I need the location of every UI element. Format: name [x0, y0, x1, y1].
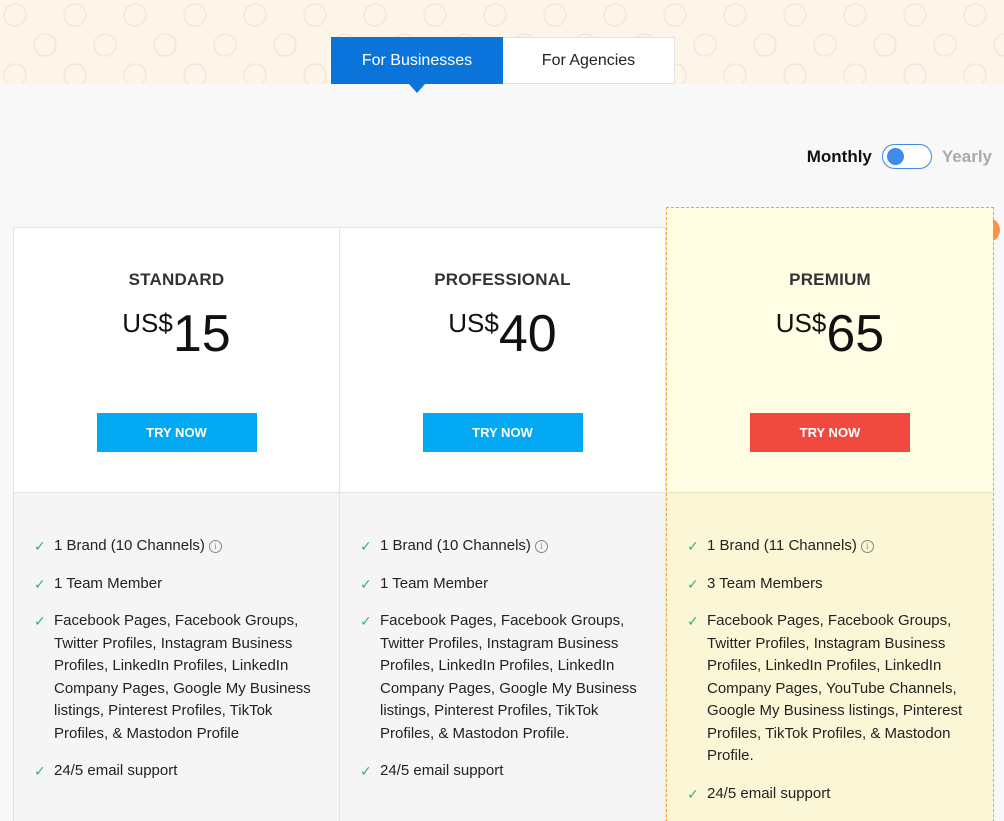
- plan-name: STANDARD: [128, 270, 225, 289]
- feature-text: Facebook Pages, Facebook Groups, Twitter…: [707, 612, 963, 764]
- info-icon[interactable]: i: [534, 539, 548, 553]
- tab-label: For Businesses: [361, 51, 473, 69]
- feature-item: ✓ Facebook Pages, Facebook Groups, Twitt…: [34, 610, 329, 745]
- active-caret-icon: [409, 84, 425, 93]
- check-icon: ✓: [360, 613, 372, 629]
- feature-text: 1 Brand (11 Channels): [707, 537, 857, 554]
- plan-price: US$ 65: [667, 302, 993, 360]
- plan-header: PROFESSIONAL US$ 40 TRY NOW: [340, 228, 665, 493]
- price-amount: 15: [172, 305, 231, 363]
- feature-item: ✓ 1 Brand (10 Channels) i: [360, 535, 655, 558]
- feature-item: ✓ 24/5 email support: [34, 760, 329, 783]
- switch-knob: [886, 148, 904, 165]
- feature-item: ✓ 1 Team Member: [360, 573, 655, 596]
- check-icon: ✓: [34, 575, 46, 592]
- feature-item: ✓ 24/5 email support: [360, 760, 655, 783]
- pricing-plans: STANDARD US$ 15 TRY NOW ✓ 1 Brand (10 Ch…: [13, 207, 1000, 821]
- feature-item: ✓ 24/5 email support: [687, 783, 983, 806]
- tab-label: For Agencies: [541, 51, 636, 69]
- plan-card-premium: MOST POPULAR PREMIUM US$ 65 TRY NOW ✓ 1 …: [666, 207, 1000, 821]
- check-icon: ✓: [360, 575, 372, 592]
- plan-name: PREMIUM: [789, 270, 871, 289]
- feature-text: Facebook Pages, Facebook Groups, Twitter…: [54, 612, 311, 742]
- price-amount: 40: [498, 305, 557, 363]
- feature-item: ✓ 1 Brand (11 Channels) i: [687, 535, 983, 558]
- check-icon: ✓: [687, 575, 699, 592]
- feature-list: ✓ 1 Brand (11 Channels) i ✓ 3 Team Member…: [667, 493, 993, 805]
- check-icon: ✓: [34, 538, 46, 554]
- feature-text: 24/5 email support: [380, 762, 504, 779]
- price-currency: US$: [448, 308, 499, 338]
- feature-item: ✓ Facebook Pages, Facebook Groups, Twitt…: [360, 610, 655, 745]
- monthly-label[interactable]: Monthly: [807, 147, 872, 167]
- plan-card-professional: PROFESSIONAL US$ 40 TRY NOW ✓ 1 Brand (1…: [339, 227, 666, 821]
- tab-for-businesses[interactable]: For Businesses: [331, 37, 503, 93]
- feature-text: Facebook Pages, Facebook Groups, Twitter…: [380, 612, 637, 742]
- feature-item: ✓ 1 Brand (10 Channels) i: [34, 535, 329, 558]
- check-icon: ✓: [34, 763, 46, 779]
- info-icon[interactable]: i: [208, 539, 222, 553]
- feature-item: ✓ 3 Team Members: [687, 573, 983, 596]
- price-amount: 65: [826, 305, 885, 363]
- check-icon: ✓: [360, 538, 372, 554]
- plan-name: PROFESSIONAL: [434, 270, 571, 289]
- audience-tabs: For Businesses For Agencies: [331, 37, 675, 93]
- feature-item: ✓ Facebook Pages, Facebook Groups, Twitt…: [687, 610, 983, 768]
- feature-list: ✓ 1 Brand (10 Channels) i ✓ 1 Team Member…: [14, 493, 339, 783]
- check-icon: ✓: [687, 613, 699, 629]
- try-now-button[interactable]: TRY NOW: [750, 413, 910, 452]
- billing-toggle: Monthly Yearly: [807, 144, 992, 169]
- check-icon: ✓: [360, 763, 372, 779]
- info-icon[interactable]: i: [860, 539, 874, 553]
- feature-text: 24/5 email support: [707, 784, 831, 802]
- plan-header: PREMIUM US$ 65 TRY NOW: [667, 208, 993, 493]
- plan-card-standard: STANDARD US$ 15 TRY NOW ✓ 1 Brand (10 Ch…: [13, 227, 340, 821]
- plan-header: STANDARD US$ 15 TRY NOW: [14, 228, 339, 493]
- check-icon: ✓: [34, 613, 46, 629]
- check-icon: ✓: [687, 538, 699, 554]
- feature-list: ✓ 1 Brand (10 Channels) i ✓ 1 Team Member…: [340, 493, 665, 783]
- plan-price: US$ 40: [340, 302, 665, 360]
- price-currency: US$: [775, 308, 827, 338]
- feature-item: ✓ 1 Team Member: [34, 573, 329, 596]
- yearly-label[interactable]: Yearly: [942, 147, 992, 167]
- try-now-button[interactable]: TRY NOW: [96, 413, 257, 452]
- feature-text: 24/5 email support: [54, 762, 178, 779]
- feature-text: 1 Team Member: [54, 574, 163, 592]
- try-now-button[interactable]: TRY NOW: [422, 413, 583, 452]
- feature-text: 1 Brand (10 Channels): [54, 537, 205, 554]
- tab-for-agencies[interactable]: For Agencies: [503, 37, 675, 84]
- feature-text: 3 Team Members: [707, 574, 823, 592]
- billing-switch[interactable]: [881, 144, 932, 169]
- feature-text: 1 Team Member: [380, 574, 489, 592]
- price-currency: US$: [122, 308, 173, 338]
- check-icon: ✓: [687, 785, 699, 802]
- plan-price: US$ 15: [14, 302, 339, 360]
- feature-text: 1 Brand (10 Channels): [380, 537, 531, 554]
